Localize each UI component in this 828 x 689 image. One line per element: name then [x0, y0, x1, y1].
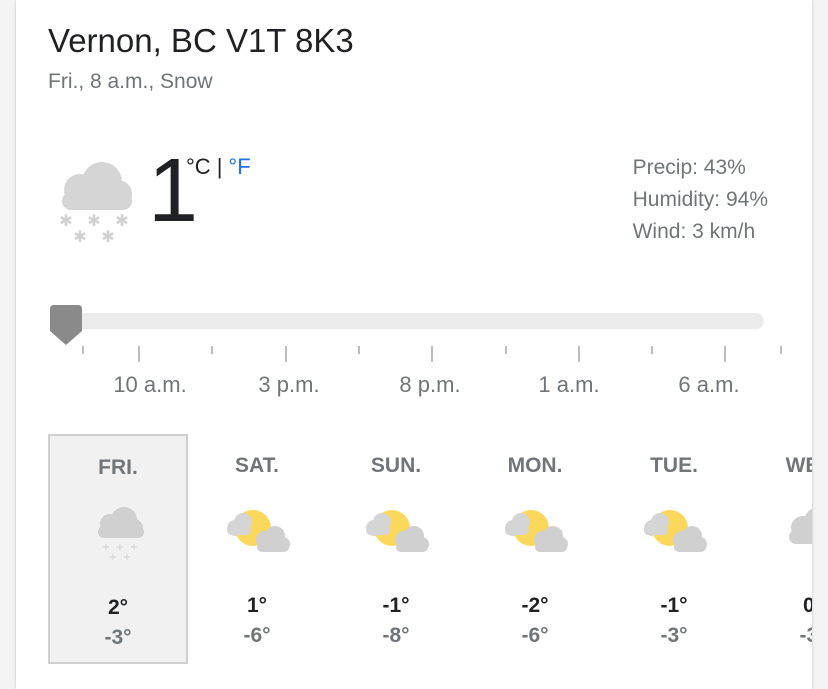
timeline-tick: [211, 346, 213, 354]
timeline-tick: [285, 346, 287, 362]
timeline-tick: [724, 346, 726, 362]
high-temperature: -2°: [521, 594, 549, 617]
timeline-label: 8 p.m.: [399, 372, 461, 397]
forecast-day-sat[interactable]: SAT. 1° -6°: [187, 434, 327, 664]
svg-text:✱: ✱: [115, 211, 128, 230]
high-temperature: 1°: [246, 594, 268, 617]
day-name: TUE.: [650, 454, 698, 477]
timeline-tick: [780, 346, 782, 354]
partly-cloudy-icon: [640, 504, 708, 560]
day-name: WED.: [785, 454, 812, 477]
timeline-label: 3 p.m.: [258, 372, 320, 397]
fahrenheit-link[interactable]: °F: [228, 154, 250, 179]
snow-cloud-icon: ✱ ✱ ✱ ✱ ✱: [54, 160, 138, 251]
timeline-tick: [431, 346, 433, 362]
timeline-tick: [358, 346, 360, 354]
partly-cloudy-icon: [501, 504, 569, 560]
high-temperature: 2°: [107, 596, 129, 619]
high-temperature: 0°: [802, 594, 812, 617]
day-name: SAT.: [235, 454, 279, 477]
timeline-tick: [138, 346, 140, 362]
svg-text:+: +: [109, 552, 117, 562]
low-temperature: -3°: [660, 624, 688, 647]
timeline-tick: [82, 346, 84, 354]
humidity-text: Humidity: 94%: [632, 188, 768, 211]
low-temperature: -6°: [243, 624, 271, 647]
unit-toggle: °C | °F: [186, 154, 251, 180]
unit-separator: |: [216, 154, 223, 179]
forecast-day-sun[interactable]: SUN. -1° -8°: [326, 434, 466, 664]
celsius-unit: °C: [186, 154, 211, 179]
timeline-tick: [651, 346, 653, 354]
day-name: FRI.: [98, 456, 138, 479]
svg-text:+: +: [123, 552, 131, 562]
daily-forecast: FRI. + + + + +2° -3° SAT. 1° -6° SUN. -1° -8° MON. -2°…: [48, 434, 812, 666]
day-name: SUN.: [370, 454, 422, 477]
timeline-tick: [578, 346, 580, 362]
svg-text:✱: ✱: [101, 227, 114, 246]
forecast-day-mon[interactable]: MON. -2° -6°: [465, 434, 605, 664]
timeline-label: 10 a.m.: [113, 372, 187, 397]
partly-cloudy-icon: [362, 504, 430, 560]
timeline-label: 6 a.m.: [678, 372, 740, 397]
precipitation-text: Precip: 43%: [632, 156, 746, 179]
low-temperature: -3°: [799, 624, 812, 647]
timeline-tick: [505, 346, 507, 354]
low-temperature: -8°: [382, 624, 410, 647]
low-temperature: -3°: [104, 626, 132, 649]
timeline-ticks: [50, 344, 782, 362]
low-temperature: -6°: [521, 624, 549, 647]
location-title: Vernon, BC V1T 8K3: [48, 22, 354, 59]
forecast-day-tue[interactable]: TUE. -1° -3°: [604, 434, 744, 664]
slider-handle[interactable]: [50, 305, 82, 345]
partly-cloudy-icon: [223, 504, 291, 560]
svg-text:✱: ✱: [73, 227, 86, 246]
weather-details: Precip: 43% Humidity: 94% Wind: 3 km/h: [633, 152, 768, 248]
svg-text:✱: ✱: [59, 211, 72, 230]
slider-track[interactable]: [50, 313, 764, 329]
forecast-day-fri[interactable]: FRI. + + + + +2° -3°: [48, 434, 188, 664]
forecast-day-wed[interactable]: WED. 0° -3°: [743, 434, 812, 664]
timeline-labels: 10 a.m. 3 p.m. 8 p.m. 1 a.m. 6 a.m.: [50, 372, 766, 402]
svg-text:✱: ✱: [87, 211, 100, 230]
snow-cloud-icon: + + + + +: [86, 506, 154, 563]
high-temperature: -1°: [660, 594, 688, 617]
weather-card: Vernon, BC V1T 8K3 Fri., 8 a.m., Snow ✱ …: [16, 0, 812, 689]
cloudy-icon: [779, 504, 812, 560]
weather-subtitle: Fri., 8 a.m., Snow: [48, 70, 213, 93]
high-temperature: -1°: [382, 594, 410, 617]
timeline-label: 1 a.m.: [538, 372, 600, 397]
day-name: MON.: [507, 454, 563, 477]
wind-text: Wind: 3 km/h: [632, 220, 756, 243]
hourly-timeline-slider[interactable]: 10 a.m. 3 p.m. 8 p.m. 1 a.m. 6 a.m.: [50, 300, 782, 397]
